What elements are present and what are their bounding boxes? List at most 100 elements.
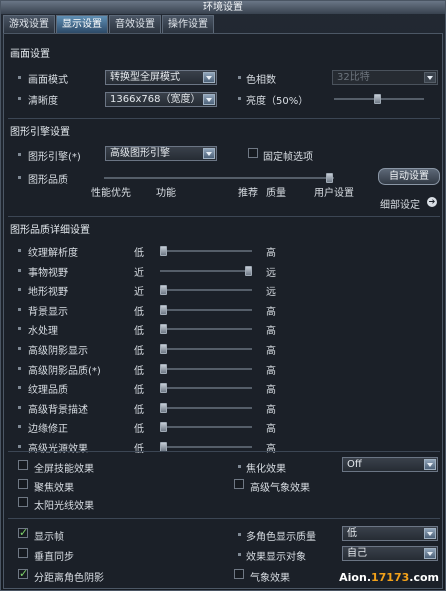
site-watermark: Aion.17173.com	[339, 571, 439, 584]
detail-row-high-label: 高	[266, 405, 276, 416]
detail-row-label: 高级阴影显示	[28, 346, 88, 357]
bullet-icon	[18, 176, 21, 179]
chevron-down-icon	[424, 548, 436, 559]
tab-game-settings[interactable]: 游戏设置	[3, 15, 55, 33]
fixed-frame-label: 固定帧选项	[263, 152, 313, 163]
bullet-icon	[18, 76, 21, 79]
quality-mark-quality: 质量	[266, 188, 286, 199]
vsync-checkbox[interactable]	[18, 548, 28, 558]
brightness-slider[interactable]	[334, 94, 424, 104]
detail-row-slider[interactable]	[160, 383, 252, 393]
detail-row-slider[interactable]	[160, 305, 252, 315]
detail-row-high-label: 高	[266, 444, 276, 455]
fullscreen-skill-checkbox[interactable]	[18, 460, 28, 470]
quality-mark-performance: 性能优先	[91, 188, 131, 199]
detail-row-slider[interactable]	[160, 266, 252, 276]
slider-thumb[interactable]	[160, 305, 167, 315]
slider-thumb[interactable]	[160, 422, 167, 432]
slider-thumb[interactable]	[374, 94, 381, 104]
effect-target-select[interactable]: 自己	[342, 546, 438, 561]
show-frame-checkbox[interactable]	[18, 526, 28, 539]
detail-row-high-label: 远	[266, 268, 276, 279]
detail-row-slider[interactable]	[160, 422, 252, 432]
detail-row-low-label: 低	[134, 307, 144, 318]
bullet-icon	[18, 367, 21, 370]
screen-mode-value: 转换型全屏模式	[110, 72, 180, 83]
detail-row-low-label: 低	[134, 346, 144, 357]
weather-effect-checkbox[interactable]	[234, 569, 244, 579]
detail-row-slider[interactable]	[160, 403, 252, 413]
bullet-icon	[238, 553, 241, 556]
slider-thumb[interactable]	[160, 246, 167, 256]
tab-bar: 游戏设置 显示设置 音效设置 操作设置	[3, 15, 215, 33]
brightness-label: 亮度（50%）	[246, 96, 309, 107]
chevron-down-icon	[424, 459, 436, 470]
graphics-engine-select[interactable]: 高级图形引擎	[105, 146, 217, 161]
effect-target-value: 自己	[347, 548, 367, 559]
multi-char-select[interactable]: 低	[342, 526, 438, 541]
graphics-quality-slider[interactable]	[104, 173, 334, 183]
bullet-icon	[18, 97, 21, 100]
blur-effect-label: 焦化效果	[246, 464, 286, 475]
graphics-engine-label: 图形引擎(*)	[28, 152, 81, 163]
detail-row-slider[interactable]	[160, 344, 252, 354]
resolution-select[interactable]: 1366x768（宽度）	[105, 92, 217, 107]
engine-section-title: 图形引擎设置	[10, 127, 70, 138]
watermark-prefix: Aion.	[339, 571, 371, 584]
detail-setting-link[interactable]: 细部设定	[380, 196, 420, 211]
slider-thumb[interactable]	[326, 173, 333, 183]
bullet-icon	[18, 153, 21, 156]
detail-row-label: 事物视野	[28, 268, 68, 279]
blur-effect-select[interactable]: Off	[342, 457, 438, 472]
arrow-right-icon[interactable]: ➔	[427, 197, 437, 207]
tab-sound-settings[interactable]: 音效设置	[109, 15, 161, 33]
bullet-icon	[18, 327, 21, 330]
bullet-icon	[238, 76, 241, 79]
distance-shadow-checkbox[interactable]	[18, 567, 28, 580]
bullet-icon	[18, 425, 21, 428]
detail-row-slider[interactable]	[160, 442, 252, 452]
settings-window: 环境设置 游戏设置 显示设置 音效设置 操作设置 画面设置 画面模式 转换型全屏…	[0, 0, 446, 591]
color-depth-select[interactable]: 32比特	[332, 70, 438, 85]
detail-row-label: 边缘修正	[28, 424, 68, 435]
slider-thumb[interactable]	[160, 383, 167, 393]
fixed-frame-checkbox[interactable]	[248, 148, 258, 158]
slider-thumb[interactable]	[160, 344, 167, 354]
detail-row-slider[interactable]	[160, 324, 252, 334]
detail-row-label: 地形视野	[28, 287, 68, 298]
slider-thumb[interactable]	[160, 403, 167, 413]
graphics-quality-label: 图形品质	[28, 175, 68, 186]
detail-row-slider[interactable]	[160, 285, 252, 295]
watermark-suffix: .com	[409, 571, 439, 584]
multi-char-label: 多角色显示质量	[246, 532, 316, 543]
screen-mode-select[interactable]: 转换型全屏模式	[105, 70, 217, 85]
focus-effect-label: 聚焦效果	[34, 483, 74, 494]
detail-row-slider[interactable]	[160, 246, 252, 256]
color-depth-label: 色相数	[246, 75, 276, 86]
detail-row-label: 水处理	[28, 326, 58, 337]
detail-row-label: 高级背景描述	[28, 405, 88, 416]
slider-thumb[interactable]	[160, 285, 167, 295]
auto-setting-button[interactable]: 自动设置	[378, 168, 440, 185]
tab-control-settings[interactable]: 操作设置	[162, 15, 214, 33]
distance-shadow-label: 分距离角色阴影	[34, 573, 104, 584]
detail-row-high-label: 高	[266, 307, 276, 318]
multi-char-value: 低	[347, 528, 357, 539]
detail-row-slider[interactable]	[160, 364, 252, 374]
quality-mark-function: 功能	[156, 188, 176, 199]
weather-high-checkbox[interactable]	[234, 479, 244, 489]
quality-mark-user: 用户设置	[314, 188, 354, 199]
tab-display-settings[interactable]: 显示设置	[56, 15, 108, 33]
slider-thumb[interactable]	[160, 364, 167, 374]
focus-effect-checkbox[interactable]	[18, 479, 28, 489]
slider-thumb[interactable]	[160, 324, 167, 334]
resolution-label: 清晰度	[28, 96, 58, 107]
sunlight-checkbox[interactable]	[18, 497, 28, 507]
slider-thumb[interactable]	[245, 266, 252, 276]
detail-row-high-label: 高	[266, 385, 276, 396]
quality-mark-recommended: 推荐	[238, 188, 258, 199]
divider	[8, 118, 440, 119]
bullet-icon	[238, 465, 241, 468]
detail-row-high-label: 高	[266, 326, 276, 337]
weather-effect-label: 气象效果	[250, 573, 290, 584]
